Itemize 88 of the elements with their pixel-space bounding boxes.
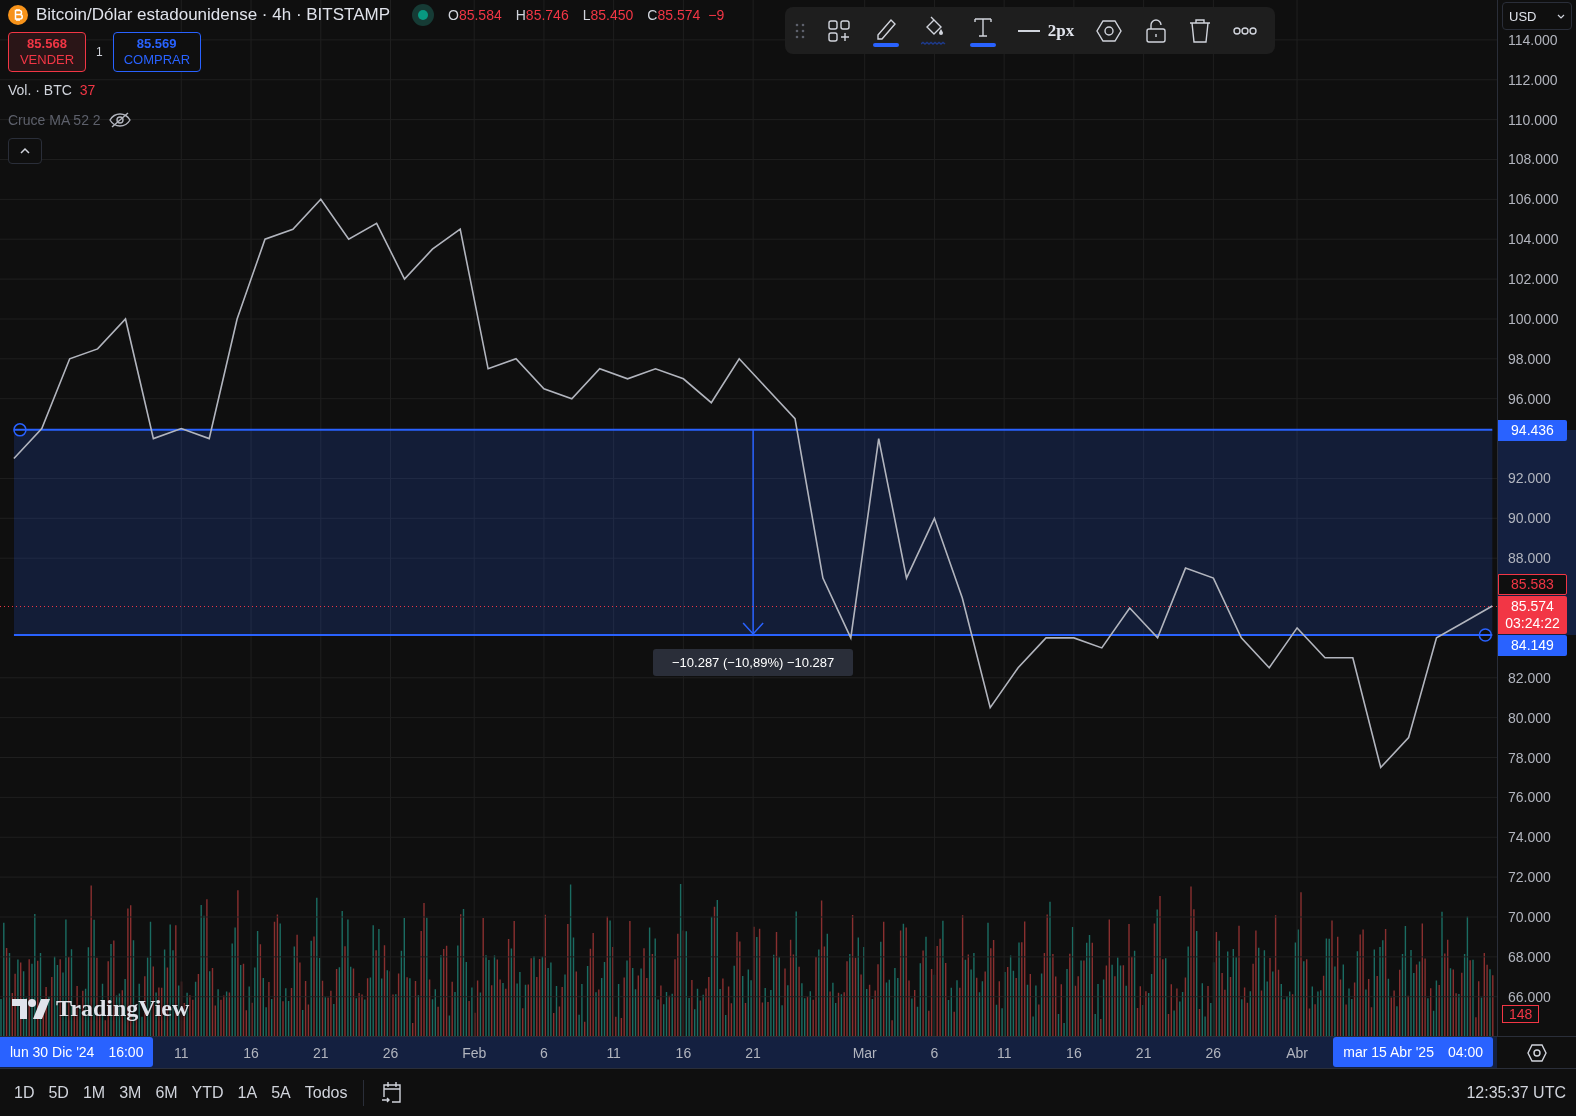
collapse-button[interactable]	[8, 138, 42, 164]
settings-icon[interactable]	[1096, 18, 1123, 43]
axis-label: Feb	[461, 1045, 488, 1061]
range-button[interactable]: 5A	[265, 1079, 297, 1106]
axis-label: 6	[929, 1045, 940, 1061]
drag-handle-icon[interactable]	[795, 21, 805, 40]
time-value: 16:00	[108, 1044, 144, 1060]
symbol-title[interactable]: Bitcoin/Dólar estadounidense · 4h · BITSTAMP	[36, 5, 390, 25]
axis-label: 92.000	[1508, 470, 1551, 487]
caret-icon	[1557, 13, 1565, 19]
axis-label: 16	[674, 1045, 693, 1061]
axis-label: 80.000	[1508, 709, 1551, 726]
range-button[interactable]: 6M	[149, 1079, 184, 1106]
unlock-icon[interactable]	[1144, 17, 1167, 44]
axis-label: 78.000	[1508, 749, 1551, 766]
add-widget-icon[interactable]	[827, 18, 852, 43]
volume-label: 148	[1502, 1005, 1540, 1023]
range-button[interactable]: 1A	[231, 1079, 264, 1106]
range-button[interactable]: 1M	[76, 1079, 112, 1106]
axis-label: 16	[242, 1045, 260, 1061]
ohlc-value: L85.450	[582, 7, 634, 23]
indicator-name[interactable]: Vol. · BTC	[8, 82, 72, 98]
date-value: mar 15 Abr '25	[1343, 1044, 1434, 1060]
axis-label: 108.000	[1508, 151, 1559, 168]
range-button[interactable]: 5D	[42, 1079, 75, 1106]
axis-label: 11	[995, 1045, 1013, 1061]
price-value: 94.436	[1511, 421, 1554, 439]
price-value: 85.583	[1511, 575, 1554, 593]
axis-label: 21	[311, 1045, 330, 1061]
range-button[interactable]: Todos	[298, 1079, 354, 1106]
axis-label: 100.000	[1508, 310, 1559, 327]
axis-label: 96.000	[1508, 390, 1551, 407]
change-value: −9	[708, 7, 725, 23]
countdown-value: 03:24:22	[1505, 614, 1560, 632]
axis-label: 112.000	[1508, 71, 1558, 88]
axis-label: 88.000	[1508, 550, 1551, 567]
range-button[interactable]: YTD	[185, 1079, 230, 1106]
currency-dropdown[interactable]: USD	[1502, 2, 1572, 30]
axis-label: 6	[539, 1045, 549, 1061]
ohlc-value: O85.584	[448, 7, 502, 23]
axis-label: 114.000	[1508, 31, 1558, 48]
axis-label: 68.000	[1508, 948, 1551, 965]
trash-icon[interactable]	[1188, 17, 1211, 44]
ohlc-value: H85.746	[515, 7, 569, 23]
range-button[interactable]: 1D	[8, 1079, 41, 1106]
axis-label: 26	[381, 1045, 400, 1061]
axis-label: 104.000	[1508, 231, 1559, 248]
axis-label: 98.000	[1508, 350, 1551, 367]
axis-label: 66.000	[1508, 988, 1551, 1005]
axis-label: 102.000	[1508, 271, 1559, 288]
axis-label: Abr	[1285, 1045, 1309, 1061]
axis-label: 21	[744, 1045, 762, 1061]
axis-label: 72.000	[1508, 869, 1551, 886]
caret-icon	[19, 147, 31, 155]
axis-label: 26	[1204, 1045, 1223, 1061]
more-icon[interactable]	[1232, 26, 1257, 35]
range-button[interactable]: 3M	[113, 1079, 148, 1106]
sell-button[interactable]: 85.568 VENDER	[8, 32, 86, 72]
time-value: 04:00	[1447, 1044, 1483, 1060]
measure-label: −10.287 (−10,89%) −10.287	[653, 648, 854, 676]
quantity-value: 1	[96, 45, 103, 59]
settings-icon[interactable]	[1526, 1043, 1547, 1062]
axis-label: 70.000	[1508, 909, 1551, 925]
axis-label: 82.000	[1508, 669, 1551, 686]
buy-button[interactable]: 85.569 COMPRAR	[112, 32, 201, 72]
indicator-value: 37	[79, 82, 96, 98]
axis-label: 76.000	[1508, 789, 1551, 806]
date-value: lun 30 Dic '24	[10, 1044, 95, 1060]
line-width-button[interactable]: 2px	[1017, 20, 1075, 41]
price-range-drawing[interactable]	[13, 423, 1493, 642]
logo-icon	[12, 998, 50, 1019]
axis-label: 16	[1065, 1045, 1083, 1061]
coin-icon	[8, 5, 28, 25]
price-value: 85.574	[1511, 597, 1554, 615]
axis-label: 21	[1134, 1045, 1153, 1061]
ohlc-value: C85.574	[647, 7, 701, 23]
axis-label: 11	[173, 1045, 190, 1061]
status-dot-icon	[412, 4, 434, 26]
axis-label: 110.000	[1508, 111, 1558, 128]
clock-text[interactable]: 12:35:37 UTC	[1466, 1083, 1566, 1102]
axis-label: Mar	[851, 1045, 878, 1061]
axis-label: 11	[605, 1045, 622, 1061]
eye-off-icon[interactable]	[108, 112, 131, 128]
axis-label: 90.000	[1508, 510, 1551, 527]
axis-label: 74.000	[1508, 829, 1551, 846]
price-value: 84.149	[1511, 636, 1554, 654]
paint-bucket-icon[interactable]	[921, 14, 948, 47]
axis-label: 106.000	[1508, 191, 1559, 208]
